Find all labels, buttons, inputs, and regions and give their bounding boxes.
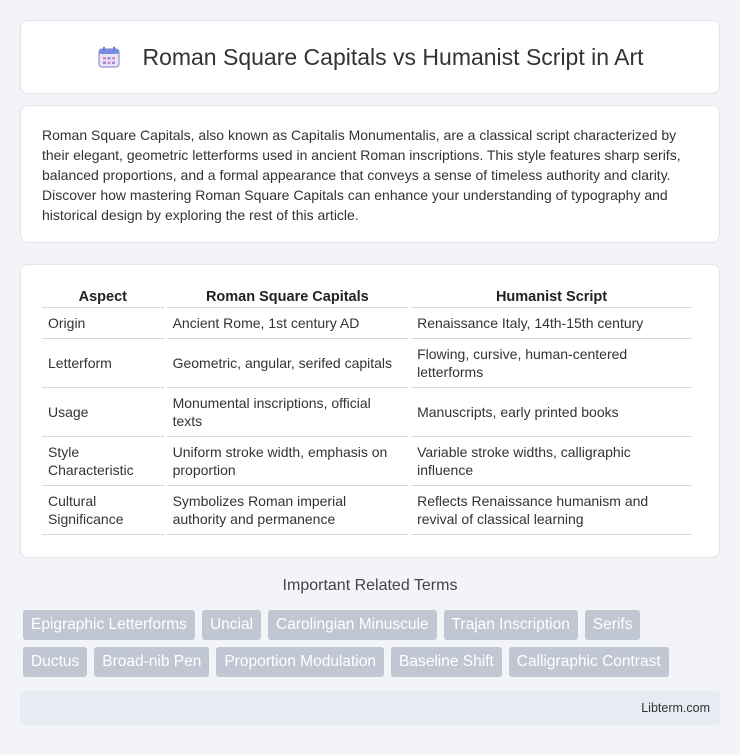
tag-epigraphic-letterforms[interactable]: Epigraphic Letterforms <box>23 610 195 640</box>
tag-trajan-inscription[interactable]: Trajan Inscription <box>443 610 578 640</box>
table-cell: Reflects Renaissance humanism and reviva… <box>411 486 692 535</box>
comparison-table: Aspect Roman Square Capitals Humanist Sc… <box>39 287 695 535</box>
table-row: Usage Monumental inscriptions, official … <box>42 388 692 437</box>
tag-uncial[interactable]: Uncial <box>201 610 262 640</box>
calendar-icon <box>96 44 122 70</box>
table-cell: Variable stroke widths, calligraphic inf… <box>411 437 692 486</box>
table-cell: Monumental inscriptions, official texts <box>166 388 409 437</box>
table-cell: Geometric, angular, serifed capitals <box>166 339 409 388</box>
header-roman-square-capitals: Roman Square Capitals <box>166 287 409 308</box>
tag-baseline-shift[interactable]: Baseline Shift <box>391 647 502 677</box>
header-humanist-script: Humanist Script <box>411 287 692 308</box>
tag-row: Ductus Broad-nib Pen Proportion Modulati… <box>23 647 723 677</box>
table-cell: Cultural Significance <box>42 486 164 535</box>
table-cell: Ancient Rome, 1st century AD <box>166 308 409 339</box>
table-row: Origin Ancient Rome, 1st century AD Rena… <box>42 308 692 339</box>
footer: Libterm.com <box>20 691 720 725</box>
table-cell: Origin <box>42 308 164 339</box>
comparison-table-card: Aspect Roman Square Capitals Humanist Sc… <box>20 264 720 558</box>
footer-site-link[interactable]: Libterm.com <box>641 701 710 715</box>
related-terms-title: Important Related Terms <box>282 577 458 594</box>
table-cell: Uniform stroke width, emphasis on propor… <box>166 437 409 486</box>
title-card: Roman Square Capitals vs Humanist Script… <box>20 20 720 94</box>
table-row: Style Characteristic Uniform stroke widt… <box>42 437 692 486</box>
table-cell: Letterform <box>42 339 164 388</box>
table-header-row: Aspect Roman Square Capitals Humanist Sc… <box>42 287 692 308</box>
table-row: Cultural Significance Symbolizes Roman i… <box>42 486 692 535</box>
page-title: Roman Square Capitals vs Humanist Script… <box>142 43 644 70</box>
table-cell: Flowing, cursive, human-centered letterf… <box>411 339 692 388</box>
table-cell: Manuscripts, early printed books <box>411 388 692 437</box>
intro-card: Roman Square Capitals, also known as Cap… <box>20 105 720 243</box>
tag-broad-nib-pen[interactable]: Broad-nib Pen <box>94 647 210 677</box>
tag-serifs[interactable]: Serifs <box>584 610 641 640</box>
table-cell: Usage <box>42 388 164 437</box>
intro-paragraph: Roman Square Capitals, also known as Cap… <box>42 127 681 223</box>
tag-ductus[interactable]: Ductus <box>23 647 88 677</box>
tag-proportion-modulation[interactable]: Proportion Modulation <box>216 647 384 677</box>
table-cell: Style Characteristic <box>42 437 164 486</box>
table-row: Letterform Geometric, angular, serifed c… <box>42 339 692 388</box>
table-cell: Symbolizes Roman imperial authority and … <box>166 486 409 535</box>
tag-calligraphic-contrast[interactable]: Calligraphic Contrast <box>508 647 669 677</box>
tag-carolingian-minuscule[interactable]: Carolingian Minuscule <box>268 610 437 640</box>
tag-row: Epigraphic Letterforms Uncial Carolingia… <box>23 610 723 640</box>
header-aspect: Aspect <box>42 287 164 308</box>
related-terms-tags: Epigraphic Letterforms Uncial Carolingia… <box>23 610 723 684</box>
table-cell: Renaissance Italy, 14th-15th century <box>411 308 692 339</box>
